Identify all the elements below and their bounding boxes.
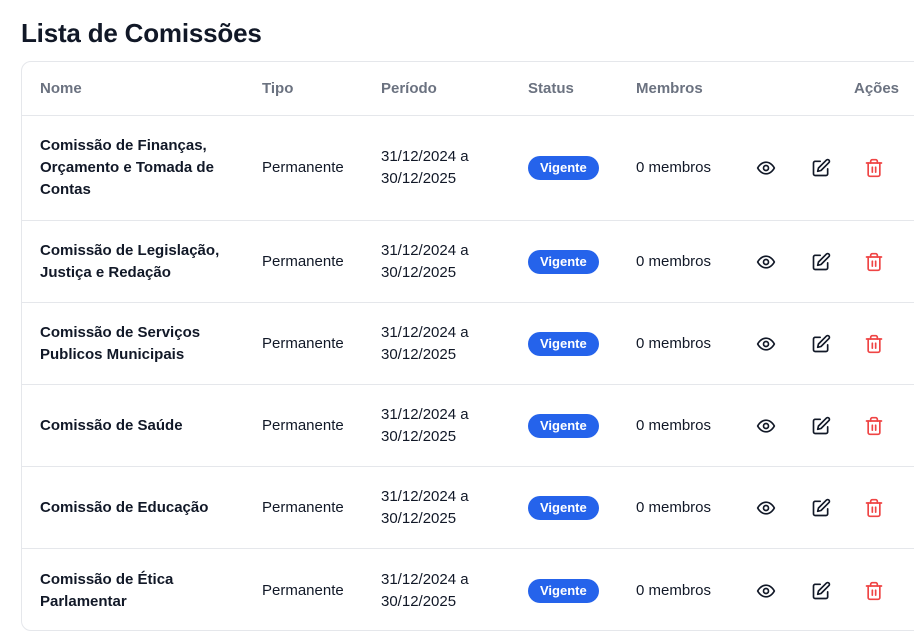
status-cell: Vigente — [528, 385, 628, 466]
column-header-tipo: Tipo — [262, 80, 294, 97]
eye-icon — [756, 252, 776, 272]
page-title: Lista de Comissões — [21, 18, 262, 48]
status-badge: Vigente — [528, 331, 599, 356]
commission-members: 0 membros — [636, 252, 712, 270]
commission-members: 0 membros — [636, 581, 712, 599]
commission-members: 0 membros — [636, 416, 712, 434]
edit-icon — [811, 416, 831, 436]
trash-icon — [864, 252, 884, 272]
status-cell: Vigente — [528, 221, 628, 302]
trash-icon — [864, 158, 884, 178]
commission-name: Comissão de Legislação, Justiça e Redaçã… — [40, 241, 220, 281]
status-badge: Vigente — [528, 578, 599, 603]
commission-period: 31/12/2024 a 30/12/2025 — [381, 241, 469, 281]
trash-icon — [864, 498, 884, 518]
edit-icon — [811, 158, 831, 178]
status-badge: Vigente — [528, 249, 599, 274]
edit-button[interactable] — [809, 156, 833, 180]
table-row: Comissão de Ética Parlamentar Permanente 3… — [22, 549, 914, 630]
eye-icon — [756, 158, 776, 178]
commission-period: 31/12/2024 a 30/12/2025 — [381, 570, 469, 610]
delete-button[interactable] — [862, 496, 886, 520]
eye-icon — [756, 334, 776, 354]
view-button[interactable] — [754, 156, 778, 180]
status-cell: Vigente — [528, 467, 628, 548]
status-badge: Vigente — [528, 156, 599, 180]
column-header-membros: Membros — [636, 80, 703, 97]
column-header-nome: Nome — [40, 80, 82, 97]
commission-name: Comissão de Finanças, Orçamento e Tomada… — [40, 137, 214, 198]
table-row: Comissão de Finanças, Orçamento e Tomada… — [22, 116, 914, 221]
commission-type: Permanente — [262, 581, 344, 599]
delete-button[interactable] — [862, 156, 886, 180]
commission-name: Comissão de Saúde — [40, 416, 183, 434]
table-row: Comissão de Educação Permanente 31/12/2024… — [22, 467, 914, 549]
view-button[interactable] — [754, 250, 778, 274]
edit-button[interactable] — [809, 332, 833, 356]
column-header-acoes: Ações — [854, 80, 900, 97]
edit-icon — [811, 581, 831, 601]
edit-icon — [811, 252, 831, 272]
commission-type: Permanente — [262, 159, 344, 176]
edit-button[interactable] — [809, 579, 833, 603]
commission-period: 31/12/2024 a 30/12/2025 — [381, 148, 469, 187]
table-row: Comissão de Saúde Permanente 31/12/2024 a … — [22, 385, 914, 467]
commission-members: 0 membros — [636, 334, 712, 352]
commission-name: Comissão de Ética Parlamentar — [40, 570, 174, 610]
status-cell: Vigente — [528, 116, 628, 220]
trash-icon — [864, 581, 884, 601]
commission-period: 31/12/2024 a 30/12/2025 — [381, 405, 469, 445]
commission-members: 0 membros — [636, 159, 712, 176]
table-header: Nome Tipo Período Status Membros Ações — [22, 62, 914, 116]
column-header-status: Status — [528, 80, 574, 97]
delete-button[interactable] — [862, 579, 886, 603]
commission-type: Permanente — [262, 252, 344, 270]
status-cell: Vigente — [528, 303, 628, 384]
commission-members: 0 membros — [636, 498, 712, 516]
edit-icon — [811, 498, 831, 518]
commission-type: Permanente — [262, 334, 344, 352]
trash-icon — [864, 334, 884, 354]
eye-icon — [756, 498, 776, 518]
trash-icon — [864, 416, 884, 436]
edit-button[interactable] — [809, 250, 833, 274]
status-badge: Vigente — [528, 495, 599, 520]
commission-name: Comissão de Serviços Publicos Municipais — [40, 323, 201, 363]
delete-button[interactable] — [862, 332, 886, 356]
commission-period: 31/12/2024 a 30/12/2025 — [381, 487, 469, 527]
commission-period: 31/12/2024 a 30/12/2025 — [381, 323, 469, 363]
eye-icon — [756, 581, 776, 601]
commission-name: Comissão de Educação — [40, 498, 209, 516]
delete-button[interactable] — [862, 414, 886, 438]
edit-button[interactable] — [809, 414, 833, 438]
status-badge: Vigente — [528, 413, 599, 438]
view-button[interactable] — [754, 414, 778, 438]
table-row: Comissão de Legislação, Justiça e Redaçã… — [22, 221, 914, 303]
view-button[interactable] — [754, 579, 778, 603]
view-button[interactable] — [754, 496, 778, 520]
eye-icon — [756, 416, 776, 436]
view-button[interactable] — [754, 332, 778, 356]
delete-button[interactable] — [862, 250, 886, 274]
edit-button[interactable] — [809, 496, 833, 520]
edit-icon — [811, 334, 831, 354]
commission-type: Permanente — [262, 498, 344, 516]
table-row: Comissão de Serviços Publicos Municipais… — [22, 303, 914, 385]
status-cell: Vigente — [528, 549, 628, 630]
commission-type: Permanente — [262, 416, 344, 434]
commissions-table: Nome Tipo Período Status Membros Ações C… — [21, 61, 914, 631]
column-header-periodo: Período — [381, 80, 437, 97]
